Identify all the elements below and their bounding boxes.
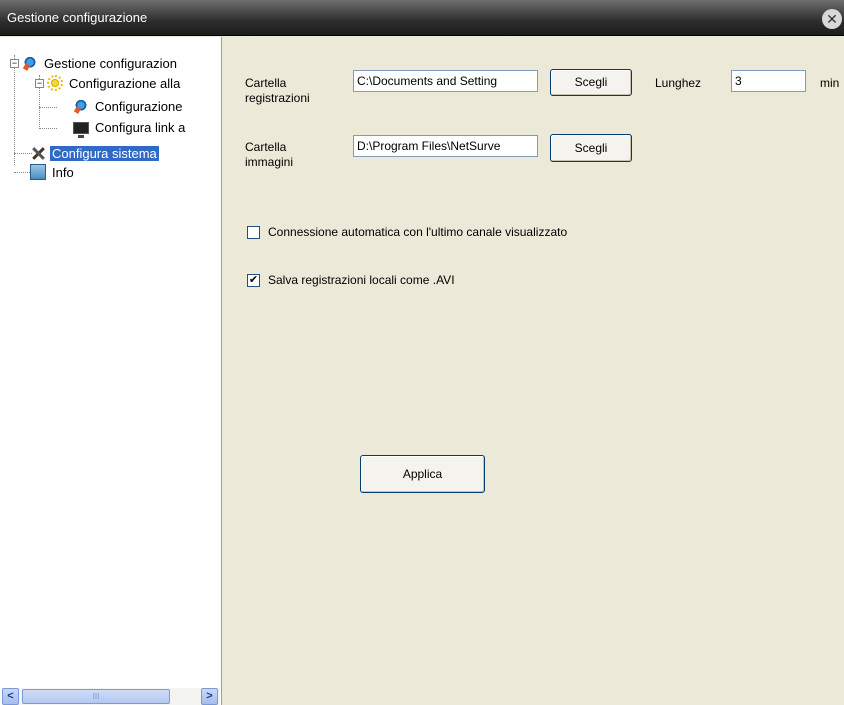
horizontal-scrollbar[interactable]: < III >	[2, 688, 220, 705]
auto-connect-label: Connessione automatica con l'ultimo cana…	[268, 225, 568, 239]
choose-img-folder-button[interactable]: Scegli	[550, 134, 632, 162]
tree-item-label: Gestione configurazion	[44, 55, 177, 71]
tree-item-label: Info	[52, 164, 74, 180]
tree-item-configura-sistema[interactable]: Configura sistema	[30, 144, 159, 162]
tree-connector	[39, 128, 57, 129]
tree-item-configura-link[interactable]: Configura link a	[73, 118, 187, 138]
apply-button[interactable]: Applica	[360, 455, 485, 493]
tree-expander[interactable]: −	[35, 79, 44, 88]
scroll-right-icon[interactable]: >	[201, 688, 218, 705]
info-icon	[30, 164, 46, 180]
title-bar: Gestione configurazione ✕	[0, 0, 844, 36]
length-unit: min	[820, 76, 840, 90]
save-avi-option[interactable]: ✔ Salva registrazioni locali come .AVI	[247, 273, 455, 287]
sun-icon	[47, 75, 63, 91]
scroll-thumb[interactable]: III	[22, 689, 170, 704]
tree-item-label: Configurazione	[95, 98, 183, 114]
scroll-left-icon[interactable]: <	[2, 688, 19, 705]
tree-connector	[14, 55, 15, 165]
window-title: Gestione configurazione	[7, 10, 148, 25]
save-avi-checkbox[interactable]: ✔	[247, 273, 260, 287]
gear-icon	[73, 98, 89, 114]
save-avi-label: Salva registrazioni locali come .AVI	[268, 273, 455, 287]
rec-folder-field[interactable]: C:\Documents and Setting	[353, 70, 538, 92]
gear-icon	[22, 55, 38, 71]
tree-item-label: Configurazione alla	[69, 75, 181, 91]
auto-connect-option[interactable]: Connessione automatica con l'ultimo cana…	[247, 225, 567, 239]
tree-item-gestione-configurazione[interactable]: Gestione configurazion	[22, 54, 179, 72]
tree-item-label: Configura link a	[95, 119, 186, 135]
img-folder-label: Cartella	[245, 140, 287, 154]
auto-connect-checkbox[interactable]	[247, 225, 260, 239]
tools-icon	[30, 145, 46, 161]
navigation-tree: − Gestione configurazion − Configurazion…	[0, 37, 222, 705]
monitor-icon	[73, 122, 89, 138]
length-field[interactable]: 3	[731, 70, 806, 92]
tree-item-configurazione[interactable]: Configurazione	[73, 97, 184, 115]
rec-folder-label-2: registrazioni	[245, 91, 310, 105]
tree-item-label: Configura sistema	[50, 145, 159, 161]
tree-connector	[39, 107, 57, 108]
tree-item-configurazione-allarmi[interactable]: Configurazione alla	[47, 74, 182, 92]
length-label: Lunghez	[655, 76, 702, 90]
close-icon[interactable]: ✕	[822, 9, 842, 29]
choose-rec-folder-button[interactable]: Scegli	[550, 69, 632, 96]
img-folder-label-2: immagini	[245, 155, 294, 169]
rec-folder-label: Cartella	[245, 76, 287, 90]
img-folder-field[interactable]: D:\Program Files\NetSurve	[353, 135, 538, 157]
settings-panel: Cartella registrazioni C:\Documents and …	[230, 37, 844, 705]
tree-expander[interactable]: −	[10, 59, 19, 68]
tree-item-info[interactable]: Info	[30, 163, 76, 181]
